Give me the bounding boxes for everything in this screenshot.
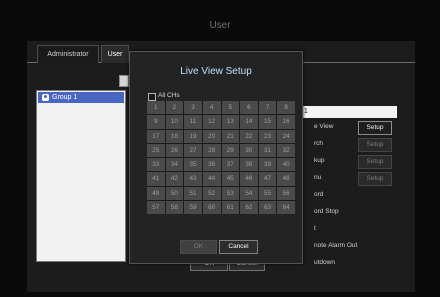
- channel-cell[interactable]: 57: [147, 200, 165, 214]
- channel-cell[interactable]: 37: [221, 158, 240, 172]
- channel-cell[interactable]: 51: [184, 186, 202, 200]
- group-name-field[interactable]: p 1: [296, 106, 397, 118]
- channel-cell[interactable]: 54: [240, 186, 258, 200]
- channel-cell[interactable]: 25: [147, 143, 165, 157]
- channel-cell[interactable]: 18: [165, 129, 184, 143]
- page-title: User: [209, 20, 231, 31]
- live-view-setup-button[interactable]: Setup: [358, 121, 392, 135]
- channel-cell[interactable]: 41: [147, 172, 165, 186]
- dialog-cancel-button[interactable]: Cancel: [219, 240, 258, 254]
- channel-cell[interactable]: 42: [165, 172, 184, 186]
- channel-cell[interactable]: 22: [240, 129, 258, 143]
- channel-cell[interactable]: 30: [240, 143, 258, 157]
- channel-cell[interactable]: 12: [202, 115, 221, 129]
- channel-cell[interactable]: 29: [221, 143, 240, 157]
- tab-user[interactable]: User: [101, 45, 129, 63]
- channel-cell[interactable]: 45: [221, 172, 240, 186]
- channel-cell[interactable]: 48: [277, 172, 295, 186]
- channel-cell[interactable]: 53: [221, 186, 240, 200]
- channel-cell[interactable]: 32: [277, 143, 295, 157]
- channel-cell[interactable]: 10: [165, 115, 184, 129]
- all-channels-label: All CHs: [158, 92, 180, 99]
- group-icon: [42, 94, 49, 101]
- channel-cell[interactable]: 34: [165, 158, 184, 172]
- channel-cell[interactable]: 15: [258, 115, 277, 129]
- channel-cell[interactable]: 49: [147, 186, 165, 200]
- permission-row-record-stop: ord Stop: [314, 208, 339, 215]
- channel-cell[interactable]: 26: [165, 143, 184, 157]
- channel-cell[interactable]: 27: [184, 143, 202, 157]
- channel-cell[interactable]: 31: [258, 143, 277, 157]
- channel-cell[interactable]: 5: [221, 101, 240, 115]
- dialog-title: Live View Setup: [180, 66, 252, 77]
- channel-cell[interactable]: 61: [221, 200, 240, 214]
- channel-cell[interactable]: 2: [165, 101, 184, 115]
- permission-row-remote-alarm-out: note Alarm Out: [314, 242, 358, 249]
- channel-cell[interactable]: 21: [221, 129, 240, 143]
- channel-cell[interactable]: 58: [165, 200, 184, 214]
- channel-cell[interactable]: 24: [277, 129, 295, 143]
- channel-cell[interactable]: 44: [202, 172, 221, 186]
- channel-cell[interactable]: 35: [184, 158, 202, 172]
- channel-cell[interactable]: 39: [258, 158, 277, 172]
- channel-cell[interactable]: 63: [258, 200, 277, 214]
- channel-cell[interactable]: 17: [147, 129, 165, 143]
- channel-grid: 1 2 3 4 5 6 7 8 9 10 11 12 13 14 15 16 1…: [147, 101, 295, 214]
- channel-cell[interactable]: 59: [184, 200, 202, 214]
- tree-item-label: Group 1: [52, 94, 78, 101]
- menu-setup-button[interactable]: Setup: [358, 172, 392, 186]
- channel-cell[interactable]: 7: [258, 101, 277, 115]
- channel-cell[interactable]: 40: [277, 158, 295, 172]
- channel-cell[interactable]: 14: [240, 115, 258, 129]
- all-channels-checkbox[interactable]: [148, 93, 156, 101]
- channel-cell[interactable]: 60: [202, 200, 221, 214]
- all-channels-checkbox-row[interactable]: All CHs: [148, 91, 228, 101]
- channel-cell[interactable]: 19: [184, 129, 202, 143]
- small-button-stub[interactable]: [119, 75, 129, 87]
- channel-cell[interactable]: 55: [258, 186, 277, 200]
- channel-cell[interactable]: 13: [221, 115, 240, 129]
- channel-cell[interactable]: 36: [202, 158, 221, 172]
- channel-cell[interactable]: 28: [202, 143, 221, 157]
- channel-cell[interactable]: 33: [147, 158, 165, 172]
- channel-cell[interactable]: 9: [147, 115, 165, 129]
- channel-cell[interactable]: 38: [240, 158, 258, 172]
- tab-administrator[interactable]: Administrator: [37, 45, 99, 63]
- channel-cell[interactable]: 62: [240, 200, 258, 214]
- channel-cell[interactable]: 46: [240, 172, 258, 186]
- permission-row-shutdown: utdown: [314, 259, 335, 266]
- channel-cell[interactable]: 52: [202, 186, 221, 200]
- channel-cell[interactable]: 1: [147, 101, 165, 115]
- channel-cell[interactable]: 16: [277, 115, 295, 129]
- permission-row-record: ord: [314, 191, 324, 198]
- channel-cell[interactable]: 23: [258, 129, 277, 143]
- backup-setup-button[interactable]: Setup: [358, 155, 392, 169]
- permission-row-t: t: [314, 225, 316, 232]
- channel-cell[interactable]: 20: [202, 129, 221, 143]
- channel-cell[interactable]: 6: [240, 101, 258, 115]
- channel-cell[interactable]: 8: [277, 101, 295, 115]
- channel-cell[interactable]: 47: [258, 172, 277, 186]
- live-view-setup-dialog: Live View Setup All CHs 1 2 3 4 5 6 7 8 …: [129, 51, 303, 264]
- channel-cell[interactable]: 11: [184, 115, 202, 129]
- search-setup-button[interactable]: Setup: [358, 138, 392, 152]
- dialog-ok-button[interactable]: OK: [180, 240, 217, 254]
- channel-cell[interactable]: 43: [184, 172, 202, 186]
- tree-item-group-1[interactable]: Group 1: [38, 92, 124, 103]
- channel-cell[interactable]: 50: [165, 186, 184, 200]
- user-tree-panel: Group 1: [36, 90, 126, 262]
- channel-cell[interactable]: 56: [277, 186, 295, 200]
- channel-cell[interactable]: 3: [184, 101, 202, 115]
- channel-cell[interactable]: 4: [202, 101, 221, 115]
- channel-cell[interactable]: 64: [277, 200, 295, 214]
